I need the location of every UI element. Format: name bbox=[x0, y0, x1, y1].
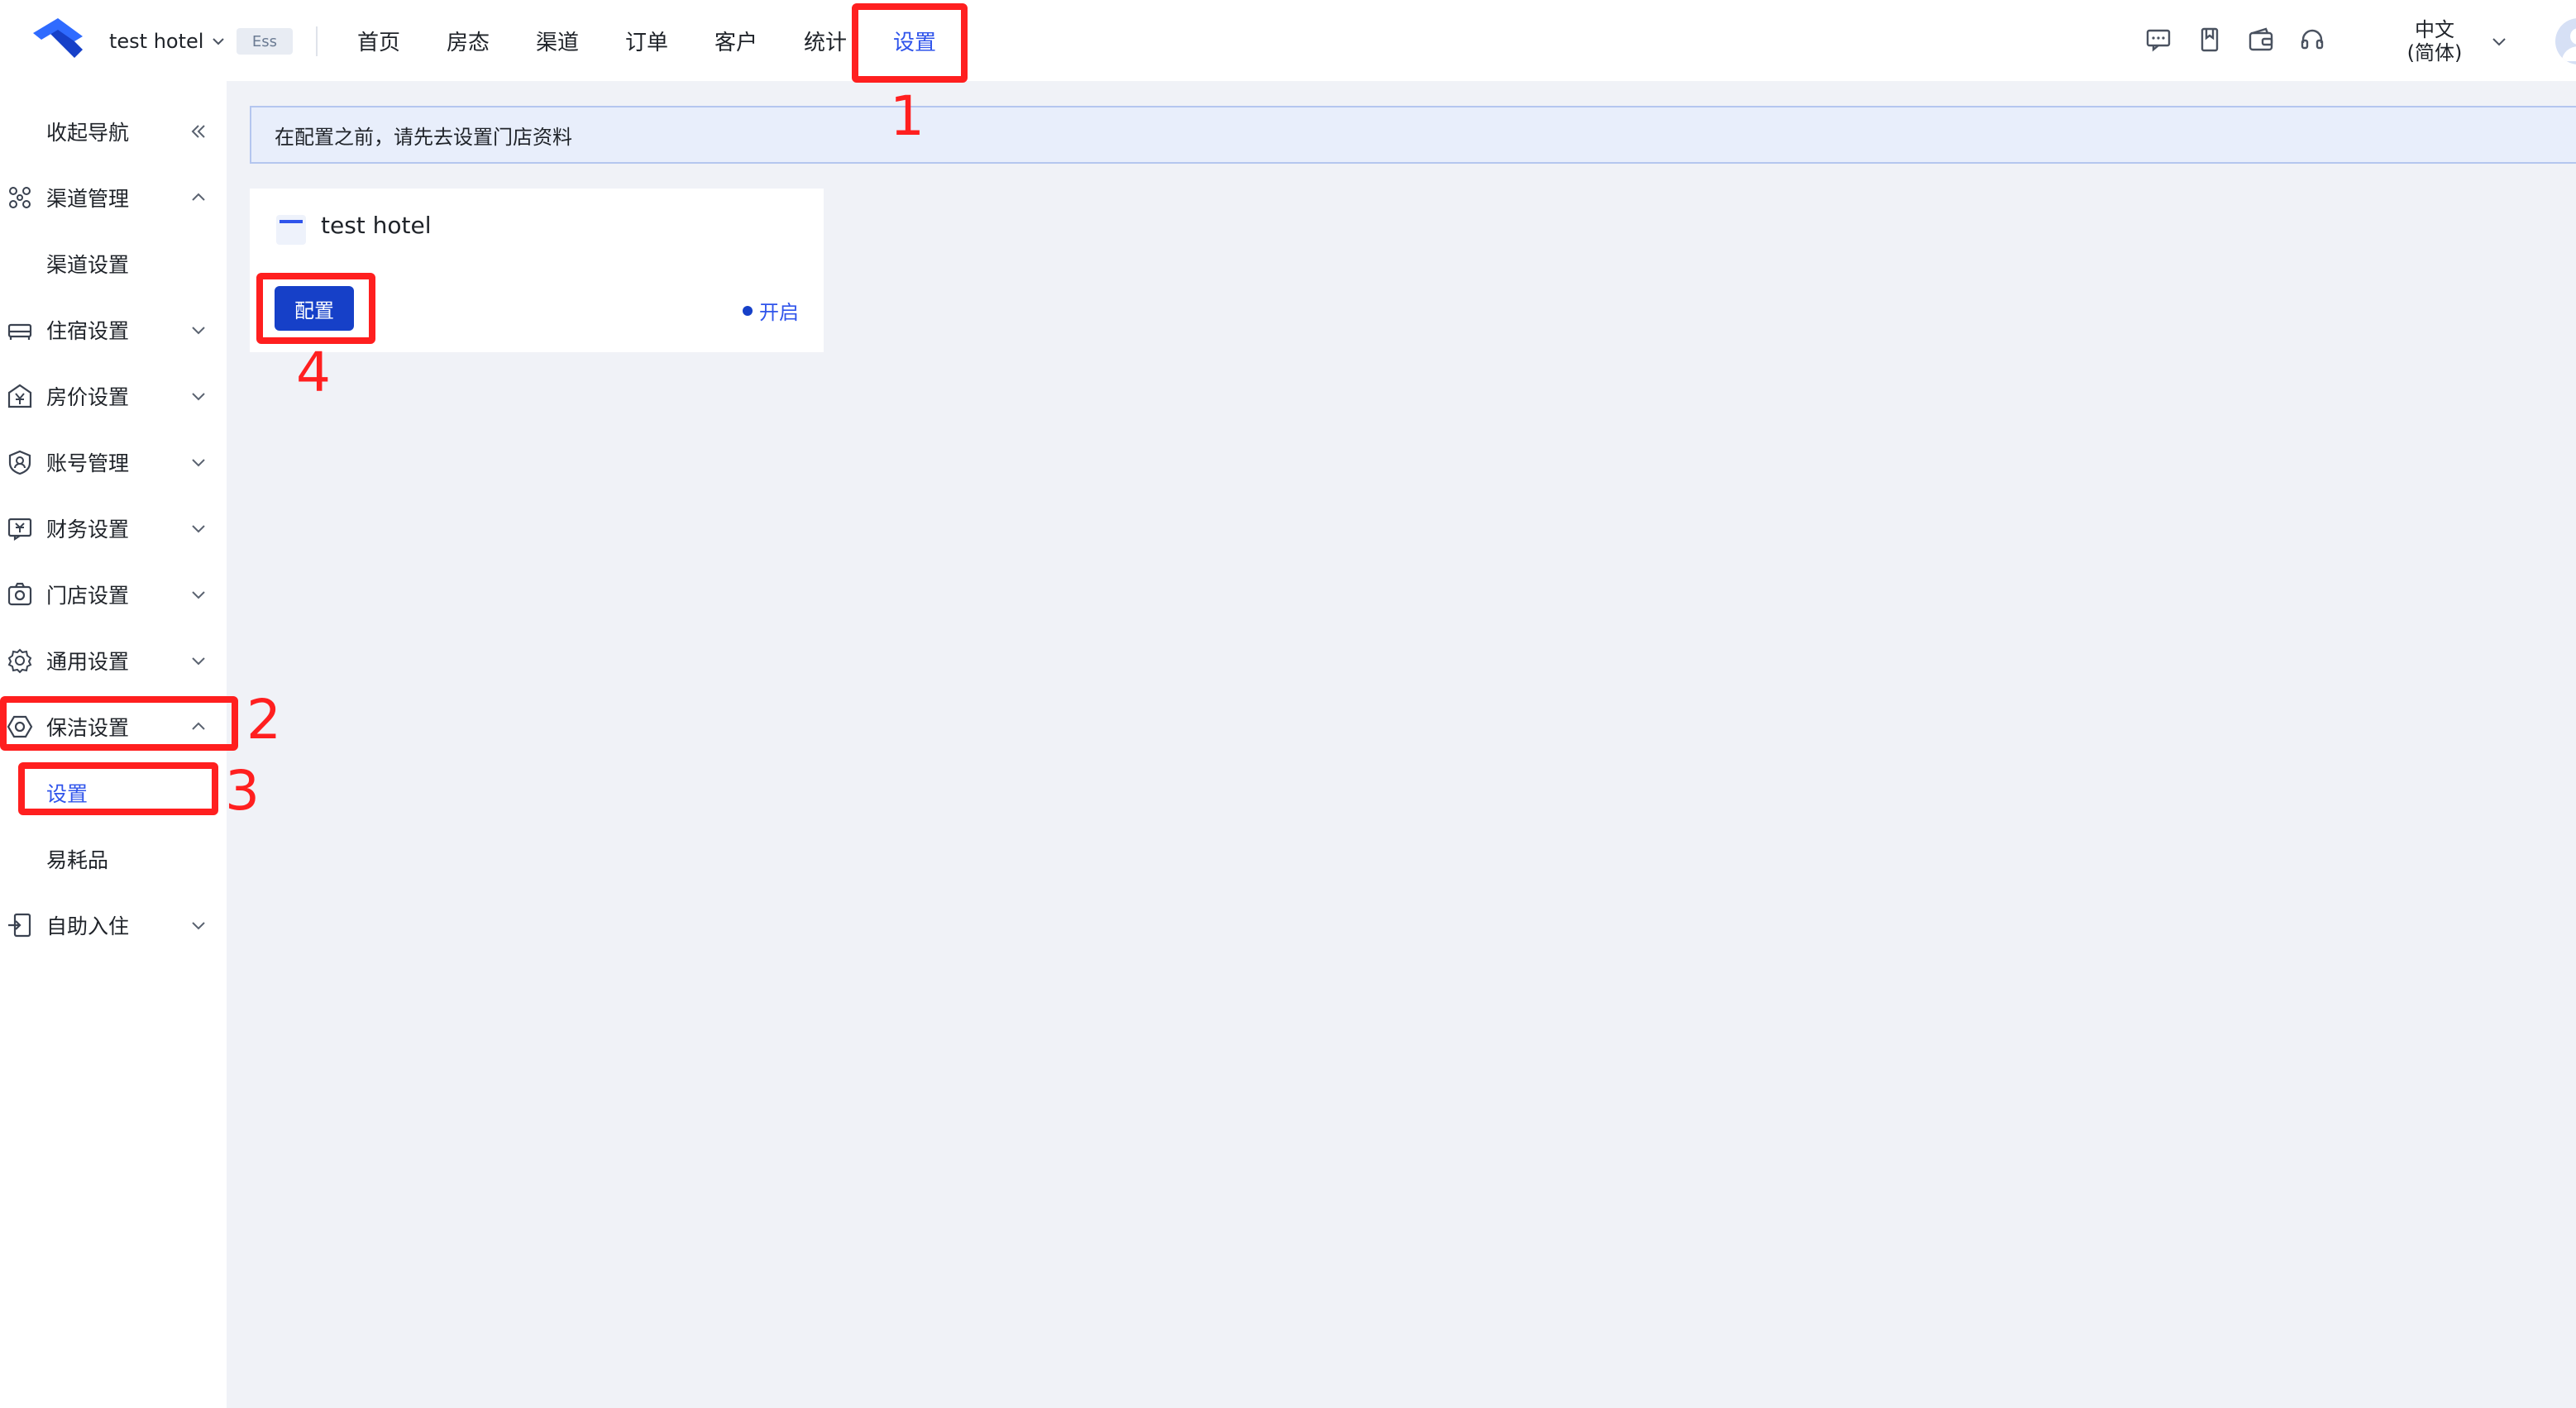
finance-icon bbox=[7, 518, 32, 542]
channel-icon bbox=[9, 187, 31, 208]
bookmark-icon[interactable] bbox=[2195, 25, 2225, 55]
sidebar-item-label: 渠道设置 bbox=[46, 253, 130, 277]
chevron-up-icon bbox=[192, 193, 205, 201]
price-icon bbox=[7, 384, 32, 408]
user-avatar[interactable] bbox=[2555, 18, 2576, 64]
message-icon[interactable] bbox=[2143, 25, 2173, 55]
double-chevron-left-icon bbox=[191, 125, 205, 138]
configure-button[interactable]: 配置 bbox=[275, 286, 354, 331]
sidebar-item-general-settings[interactable]: 通用设置 bbox=[0, 628, 227, 693]
hotel-icon bbox=[276, 215, 306, 245]
hotel-card: test hotel 配置 开启 bbox=[250, 189, 824, 352]
sidebar-item-channel-settings[interactable]: 渠道设置 bbox=[0, 231, 227, 296]
sidebar-item-label: 渠道管理 bbox=[46, 187, 130, 211]
nav-room-status[interactable]: 房态 bbox=[423, 0, 513, 81]
hotel-name: test hotel bbox=[109, 30, 204, 53]
nav-customers[interactable]: 客户 bbox=[691, 0, 781, 81]
chevron-down-icon bbox=[192, 525, 205, 533]
sidebar-item-label: 门店设置 bbox=[46, 584, 130, 608]
store-icon bbox=[7, 582, 32, 606]
chevron-down-icon bbox=[192, 922, 205, 930]
bed-icon bbox=[7, 323, 32, 340]
main-nav: 首页 房态 渠道 订单 客户 统计 设置 bbox=[334, 0, 959, 81]
wallet-icon[interactable] bbox=[2246, 25, 2276, 55]
sidebar-item-cleaning-setup[interactable]: 设置 bbox=[0, 761, 227, 825]
chevron-down-icon bbox=[192, 591, 205, 599]
chevron-down-icon bbox=[192, 657, 205, 666]
hotel-switcher[interactable]: test hotel bbox=[109, 25, 227, 58]
status-badge: 开启 bbox=[743, 296, 799, 325]
nav-statistics[interactable]: 统计 bbox=[781, 0, 870, 81]
sidebar-item-label: 通用设置 bbox=[46, 650, 130, 674]
sidebar-item-label: 易耗品 bbox=[46, 848, 109, 872]
sidebar-item-price-settings[interactable]: 房价设置 bbox=[0, 364, 227, 428]
sidebar: 收起导航 渠道管理 渠道设置 住宿设置 房价设置 账号管理 财务设置 门店设置 … bbox=[0, 81, 227, 1408]
annotation-number-2: 2 bbox=[246, 688, 281, 752]
sidebar-item-label: 设置 bbox=[46, 782, 88, 806]
sidebar-collapse[interactable]: 收起导航 bbox=[0, 99, 227, 164]
sidebar-item-finance-settings[interactable]: 财务设置 bbox=[0, 496, 227, 561]
app-logo-icon[interactable] bbox=[30, 17, 86, 61]
alert-text: 在配置之前，请先去设置门店资料 bbox=[275, 125, 572, 149]
plan-tag: Ess bbox=[237, 28, 293, 55]
chevron-down-icon bbox=[192, 459, 205, 467]
chevron-up-icon bbox=[192, 722, 205, 730]
checkin-icon bbox=[8, 913, 31, 938]
sidebar-item-self-checkin[interactable]: 自助入住 bbox=[0, 893, 227, 957]
nav-home[interactable]: 首页 bbox=[334, 0, 423, 81]
chevron-down-icon bbox=[213, 38, 225, 45]
status-text: 开启 bbox=[759, 301, 799, 324]
headset-icon[interactable] bbox=[2297, 25, 2327, 55]
sidebar-item-label: 房价设置 bbox=[46, 385, 130, 409]
info-alert: 在配置之前，请先去设置门店资料 bbox=[250, 106, 2576, 164]
top-icons bbox=[2143, 25, 2327, 55]
sidebar-item-label: 财务设置 bbox=[46, 518, 130, 542]
card-title: test hotel bbox=[321, 212, 432, 239]
divider bbox=[316, 26, 318, 56]
sidebar-item-channel-management[interactable]: 渠道管理 bbox=[0, 165, 227, 230]
annotation-number-4: 4 bbox=[296, 341, 331, 404]
cleaning-icon bbox=[7, 715, 33, 738]
sidebar-item-label: 账号管理 bbox=[46, 451, 130, 475]
language-line1: 中文 bbox=[2415, 18, 2454, 41]
sidebar-item-lodging-settings[interactable]: 住宿设置 bbox=[0, 298, 227, 362]
sidebar-collapse-label: 收起导航 bbox=[46, 121, 130, 145]
language-selector[interactable]: 中文 (简体) bbox=[2402, 18, 2468, 64]
sidebar-item-label: 自助入住 bbox=[46, 914, 130, 938]
sidebar-item-label: 住宿设置 bbox=[46, 319, 130, 343]
chevron-down-icon bbox=[192, 393, 205, 401]
language-line2: (简体) bbox=[2406, 41, 2463, 64]
chevron-down-icon[interactable] bbox=[2489, 31, 2509, 51]
sidebar-item-store-settings[interactable]: 门店设置 bbox=[0, 562, 227, 627]
top-bar: test hotel Ess 首页 房态 渠道 订单 客户 统计 设置 中文 (… bbox=[0, 0, 2576, 81]
annotation-number-1: 1 bbox=[890, 84, 925, 148]
chevron-down-icon bbox=[192, 327, 205, 335]
nav-channel[interactable]: 渠道 bbox=[513, 0, 602, 81]
gear-icon bbox=[7, 648, 32, 674]
sidebar-item-consumables[interactable]: 易耗品 bbox=[0, 827, 227, 891]
annotation-number-3: 3 bbox=[225, 759, 260, 823]
account-icon bbox=[8, 450, 31, 475]
sidebar-item-account-management[interactable]: 账号管理 bbox=[0, 430, 227, 494]
status-dot bbox=[743, 305, 753, 316]
sidebar-item-cleaning-settings[interactable]: 保洁设置 bbox=[0, 694, 227, 759]
sidebar-item-label: 保洁设置 bbox=[46, 716, 130, 740]
nav-settings[interactable]: 设置 bbox=[870, 0, 959, 81]
nav-orders[interactable]: 订单 bbox=[602, 0, 691, 81]
